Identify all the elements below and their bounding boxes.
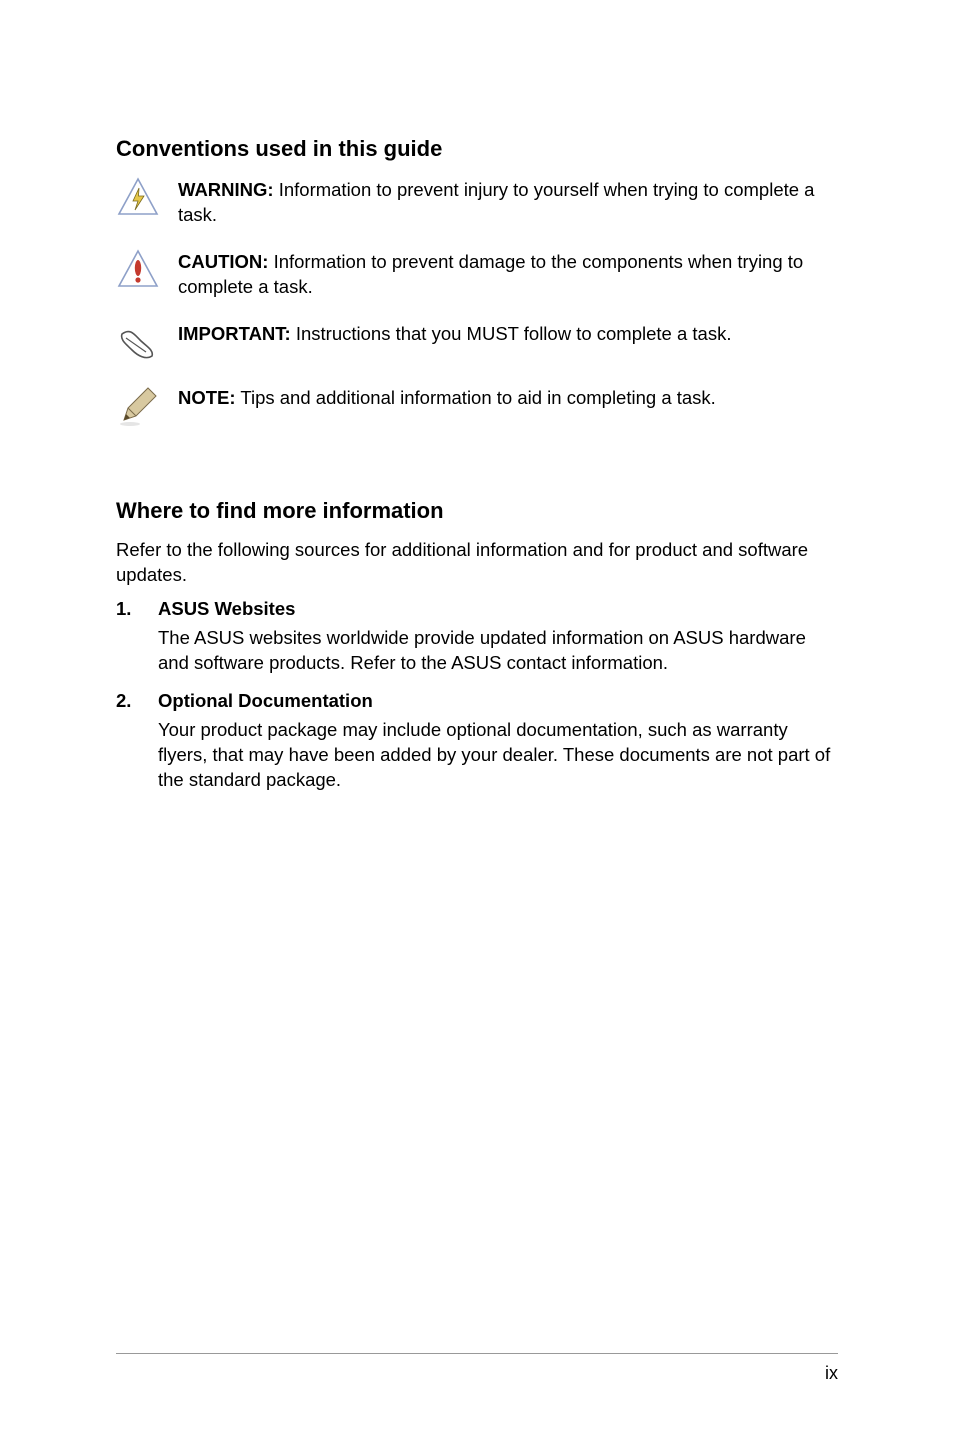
- convention-desc: Information to prevent damage to the com…: [178, 251, 803, 297]
- convention-desc: Information to prevent injury to yoursel…: [178, 179, 814, 225]
- convention-text: NOTE: Tips and additional information to…: [178, 384, 838, 411]
- convention-label: WARNING:: [178, 179, 274, 200]
- pencil-note-icon: [116, 384, 160, 428]
- moreinfo-intro: Refer to the following sources for addit…: [116, 538, 838, 588]
- warning-bolt-icon: [116, 176, 160, 220]
- convention-important: IMPORTANT: Instructions that you MUST fo…: [116, 320, 838, 364]
- moreinfo-list: 1. ASUS Websites The ASUS websites world…: [116, 598, 838, 793]
- convention-desc: Tips and additional information to aid i…: [236, 387, 716, 408]
- convention-label: NOTE:: [178, 387, 236, 408]
- convention-label: CAUTION:: [178, 251, 268, 272]
- hand-pointing-icon: [116, 320, 160, 364]
- list-item-text: Your product package may include optiona…: [158, 718, 838, 793]
- conventions-heading: Conventions used in this guide: [116, 136, 838, 162]
- moreinfo-item-optional-documentation: 2. Optional Documentation Your product p…: [116, 690, 838, 793]
- convention-text: IMPORTANT: Instructions that you MUST fo…: [178, 320, 838, 347]
- convention-text: CAUTION: Information to prevent damage t…: [178, 248, 838, 300]
- convention-caution: CAUTION: Information to prevent damage t…: [116, 248, 838, 300]
- page-number: ix: [825, 1363, 838, 1384]
- list-item-title: ASUS Websites: [158, 598, 838, 620]
- list-index: 2.: [116, 690, 136, 793]
- convention-warning: WARNING: Information to prevent injury t…: [116, 176, 838, 228]
- caution-exclaim-icon: [116, 248, 160, 292]
- list-index: 1.: [116, 598, 136, 676]
- conventions-list: WARNING: Information to prevent injury t…: [116, 176, 838, 428]
- moreinfo-heading: Where to find more information: [116, 498, 838, 524]
- convention-note: NOTE: Tips and additional information to…: [116, 384, 838, 428]
- list-item-title: Optional Documentation: [158, 690, 838, 712]
- convention-desc: Instructions that you MUST follow to com…: [291, 323, 732, 344]
- footer-divider: [116, 1353, 838, 1354]
- moreinfo-item-asus-websites: 1. ASUS Websites The ASUS websites world…: [116, 598, 838, 676]
- convention-label: IMPORTANT:: [178, 323, 291, 344]
- list-item-text: The ASUS websites worldwide provide upda…: [158, 626, 838, 676]
- convention-text: WARNING: Information to prevent injury t…: [178, 176, 838, 228]
